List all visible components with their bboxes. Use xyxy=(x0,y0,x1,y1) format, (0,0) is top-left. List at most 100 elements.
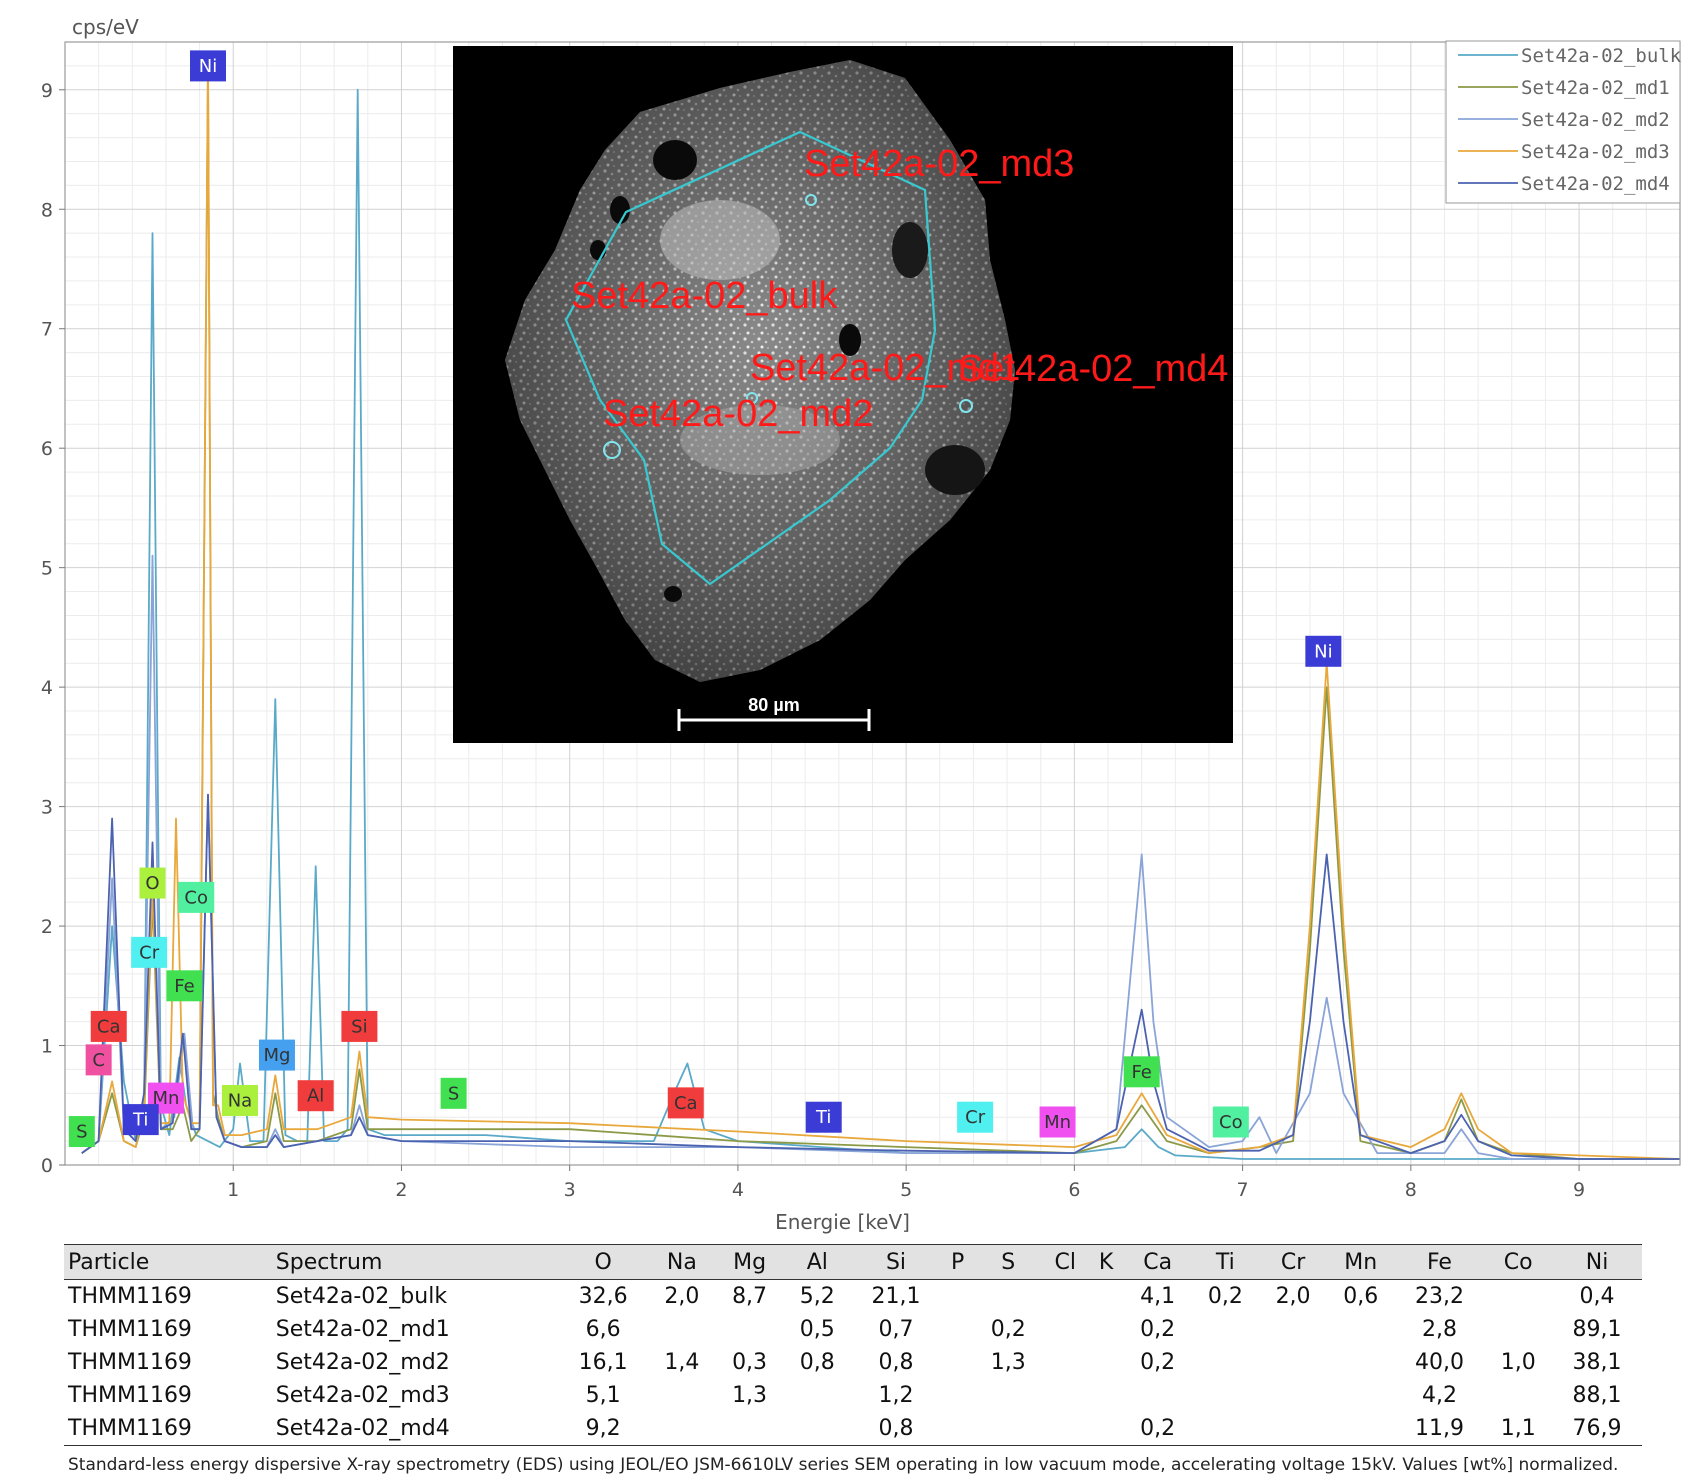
table-cell: 23,2 xyxy=(1415,1284,1464,1309)
column-header-ni: Ni xyxy=(1552,1244,1642,1280)
legend-entry: Set42a-02_md2 xyxy=(1521,109,1670,131)
table-cell xyxy=(1327,1346,1395,1379)
column-header-fe: Fe xyxy=(1394,1244,1485,1280)
table-cell: THMM1169 xyxy=(68,1284,192,1309)
table-cell: 76,9 xyxy=(1552,1412,1642,1446)
x-tick-label: 8 xyxy=(1405,1179,1417,1201)
element-label-text: Ni xyxy=(199,56,217,77)
element-label-text: S xyxy=(76,1122,87,1143)
element-label-text: Mn xyxy=(1044,1112,1071,1133)
table-cell xyxy=(1326,1412,1395,1446)
table-cell xyxy=(1259,1346,1327,1379)
table-cell: 0,2 xyxy=(990,1317,1026,1342)
column-header-si: Si xyxy=(851,1244,941,1280)
table-cell: 11,9 xyxy=(1394,1412,1485,1446)
sem-micrograph-inset: Set42a-02_md3 Set42a-02_bulk Set42a-02_m… xyxy=(453,46,1233,743)
x-tick-label: 3 xyxy=(564,1179,576,1201)
element-label-text: C xyxy=(92,1050,105,1071)
table-cell xyxy=(648,1313,716,1346)
table-row: THMM1169 Set42a-02_md4 9,2 0,8 0,2 11,9 1,1 76,… xyxy=(64,1412,1642,1446)
column-header-mg: Mg xyxy=(715,1244,784,1280)
table-cell xyxy=(1191,1412,1260,1446)
table-cell: Set42a-02_md1 xyxy=(275,1317,450,1342)
element-label-text: O xyxy=(145,873,159,894)
element-label-ti: Ti xyxy=(122,1104,159,1136)
table-cell xyxy=(1327,1313,1395,1346)
table-cell: THMM1169 xyxy=(68,1383,192,1408)
table-cell: 38,1 xyxy=(1572,1350,1622,1375)
table-cell xyxy=(1327,1379,1395,1412)
table-cell: THMM1169 xyxy=(68,1350,192,1375)
table-header-row: Particle Spectrum O Na Mg Al Si P S Cl K Ca Ti Cr Mn Fe… xyxy=(64,1244,1642,1280)
table-cell: 40,0 xyxy=(1415,1350,1464,1375)
table-cell xyxy=(715,1412,784,1446)
element-label-text: Ti xyxy=(815,1107,831,1128)
table-cell: 0,8 xyxy=(799,1350,835,1375)
table-cell xyxy=(1042,1379,1088,1412)
pore xyxy=(653,140,697,180)
table-cell xyxy=(941,1346,975,1379)
element-label-text: Fe xyxy=(1131,1062,1151,1083)
table-cell xyxy=(1192,1313,1260,1346)
table-row: THMM1169 Set42a-02_md2 16,1 1,4 0,3 0,8 0,8 1,3… xyxy=(64,1346,1642,1379)
table-cell xyxy=(1088,1379,1123,1412)
element-label-c: C xyxy=(85,1044,112,1076)
table-cell: 0,2 xyxy=(1123,1412,1192,1446)
table-cell: THMM1169 xyxy=(64,1412,272,1446)
table-cell xyxy=(1484,1379,1552,1412)
table-cell xyxy=(1088,1346,1123,1379)
element-label-mn: Mn xyxy=(1039,1106,1076,1138)
column-header-spectrum: Spectrum xyxy=(271,1244,559,1280)
table-cell: 1,4 xyxy=(664,1350,700,1375)
element-label-ti: Ti xyxy=(805,1101,842,1133)
legend-entry: Set42a-02_md4 xyxy=(1521,173,1670,195)
table-cell: 88,1 xyxy=(1572,1383,1622,1408)
table-cell: 0,7 xyxy=(878,1317,914,1342)
element-label-ca: Ca xyxy=(90,1010,127,1042)
element-label-s: S xyxy=(440,1077,467,1109)
y-tick-label: 1 xyxy=(41,1036,53,1058)
element-label-na: Na xyxy=(221,1084,258,1116)
table-cell: Set42a-02_bulk xyxy=(275,1284,448,1309)
table-cell: Set42a-02_md2 xyxy=(275,1350,450,1375)
column-header-co: Co xyxy=(1484,1244,1553,1280)
x-tick-label: 7 xyxy=(1237,1179,1249,1201)
element-label-ni: Ni xyxy=(189,50,226,82)
table-cell xyxy=(1042,1280,1088,1314)
table-cell: 1,3 xyxy=(732,1383,768,1408)
table-cell: THMM1169 xyxy=(68,1317,192,1342)
element-label-text: Mg xyxy=(263,1045,290,1066)
table-row: THMM1169 Set42a-02_md1 6,6 0,5 0,7 0,2 0,2 2,8 8… xyxy=(64,1313,1642,1346)
table-cell: 2,8 xyxy=(1421,1317,1457,1342)
table-cell xyxy=(974,1280,1042,1314)
table-cell: 9,2 xyxy=(558,1412,649,1446)
element-label-co: Co xyxy=(178,881,215,913)
table-cell: 1,3 xyxy=(990,1350,1026,1375)
element-label-text: Ti xyxy=(132,1110,148,1131)
y-tick-label: 6 xyxy=(41,438,53,460)
column-header-ti: Ti xyxy=(1191,1244,1260,1280)
table-cell xyxy=(783,1379,851,1412)
particle-smooth-region xyxy=(660,200,780,280)
table-cell: 21,1 xyxy=(871,1284,921,1309)
element-label-al: Al xyxy=(297,1080,334,1112)
table-cell: 1,2 xyxy=(878,1383,914,1408)
pore xyxy=(925,445,985,495)
column-header-k: K xyxy=(1088,1244,1124,1280)
table-cell xyxy=(941,1313,975,1346)
element-label-text: Fe xyxy=(174,976,194,997)
table-cell: 2,0 xyxy=(1275,1284,1311,1309)
table-cell: 0,8 xyxy=(851,1412,941,1446)
table-cell xyxy=(648,1379,716,1412)
sem-label-bulk: Set42a-02_bulk xyxy=(571,275,838,317)
table-cell xyxy=(1259,1412,1327,1446)
y-tick-label: 5 xyxy=(41,558,53,580)
x-tick-label: 4 xyxy=(732,1179,744,1201)
table-cell xyxy=(1042,1412,1089,1446)
element-label-fe: Fe xyxy=(1123,1056,1160,1088)
y-tick-label: 9 xyxy=(41,80,53,102)
column-header-ca: Ca xyxy=(1123,1244,1192,1280)
table-cell: 4,2 xyxy=(1421,1383,1457,1408)
table-cell: 0,2 xyxy=(1140,1317,1176,1342)
y-tick-label: 0 xyxy=(41,1155,53,1177)
